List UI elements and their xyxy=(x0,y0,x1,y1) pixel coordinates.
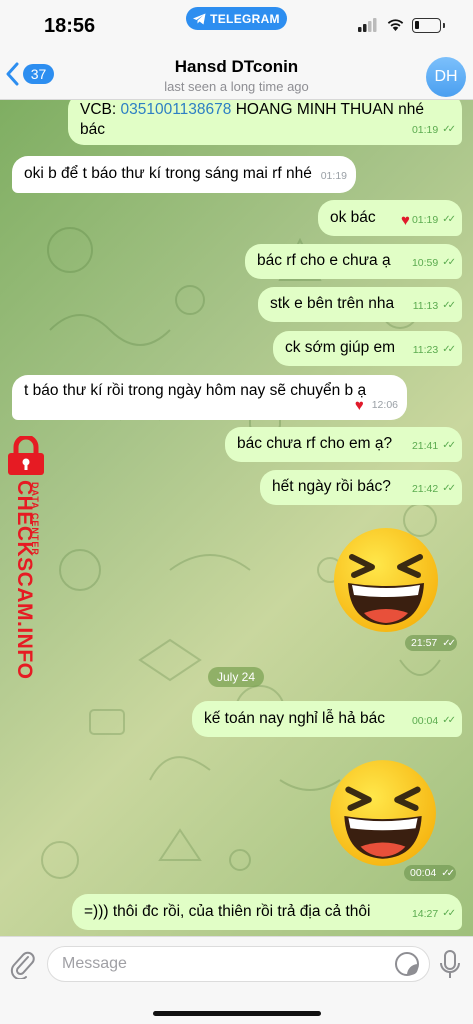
outgoing-message[interactable]: ck sớm giúp em 11:23 ✓✓ xyxy=(273,331,462,366)
message-meta: ♥ 12:06 xyxy=(355,395,398,415)
telegram-pill[interactable]: TELEGRAM xyxy=(186,7,287,30)
message-text: VCB: xyxy=(80,101,121,118)
laughing-emoji-sticker[interactable] xyxy=(326,757,440,869)
double-check-icon: ✓✓ xyxy=(442,214,456,225)
double-check-icon: ✓✓ xyxy=(442,483,456,494)
message-text: =))) thôi đc rồi, của thiên rồi trả địa … xyxy=(84,903,371,920)
double-check-icon: ✓✓ xyxy=(442,908,456,919)
chat-title[interactable]: Hansd DTconin xyxy=(0,57,473,77)
message-text: bác chưa rf cho em ạ? xyxy=(237,435,393,452)
message-text: ck sớm giúp em xyxy=(285,339,396,356)
message-input[interactable]: Message xyxy=(47,946,430,982)
watermark: CHECKSCAM.INFO DATA CENTER xyxy=(0,436,60,680)
sticker-timestamp: 21:57 ✓✓ xyxy=(405,635,457,651)
outgoing-message[interactable]: bác rf cho e chưa ạ 10:59 ✓✓ xyxy=(245,244,462,279)
double-check-icon: ✓✓ xyxy=(442,257,456,268)
message-time: 10:59 xyxy=(411,257,439,269)
double-check-icon: ✓✓ xyxy=(442,637,456,649)
sticker-icon[interactable] xyxy=(394,951,420,977)
message-time: 00:04 xyxy=(410,867,437,879)
message-meta: 11:13 ✓✓ xyxy=(412,296,456,316)
message-meta: 10:59 ✓✓ xyxy=(411,253,456,273)
clock: 18:56 xyxy=(44,15,96,37)
cellular-signal-icon xyxy=(358,18,377,32)
sticker-timestamp: 00:04 ✓✓ xyxy=(404,865,456,881)
outgoing-message[interactable]: kế toán nay nghỉ lễ hả bác 00:04 ✓✓ xyxy=(192,701,462,737)
message-meta: 21:42 ✓✓ xyxy=(411,479,456,499)
incoming-message[interactable]: t báo thư kí rồi trong ngày hôm nay sẽ c… xyxy=(12,375,407,420)
message-time: 01:19 xyxy=(411,124,439,136)
message-meta: ♥ 01:19 ✓✓ xyxy=(401,210,456,230)
account-number-link[interactable]: 0351001138678 xyxy=(120,101,231,118)
telegram-pill-label: TELEGRAM xyxy=(210,11,280,26)
incoming-message[interactable]: oki b để t báo thư kí trong sáng mai rf … xyxy=(12,156,356,193)
message-time: 01:19 xyxy=(411,214,439,226)
outgoing-message[interactable]: hết ngày rồi bác? 21:42 ✓✓ xyxy=(260,470,462,505)
message-time: 11:13 xyxy=(412,300,439,312)
double-check-icon: ✓✓ xyxy=(441,867,455,879)
outgoing-message[interactable]: bác chưa rf cho em ạ? 21:41 ✓✓ xyxy=(225,427,462,462)
message-meta: 00:04 ✓✓ xyxy=(411,711,456,731)
message-text: ok bác xyxy=(330,209,376,226)
message-meta: 01:19 ✓✓ xyxy=(411,120,456,140)
message-time: 12:06 xyxy=(371,399,398,411)
outgoing-message[interactable]: =))) thôi đc rồi, của thiên rồi trả địa … xyxy=(72,894,462,930)
outgoing-message[interactable]: ok bác ♥ 01:19 ✓✓ xyxy=(318,200,462,236)
date-separator: July 24 xyxy=(208,667,264,687)
message-text: oki b để t báo thư kí trong sáng mai rf … xyxy=(24,165,312,182)
message-meta: 11:23 ✓✓ xyxy=(412,340,456,360)
message-time: 21:41 xyxy=(411,440,439,452)
double-check-icon: ✓✓ xyxy=(442,124,456,135)
wifi-icon xyxy=(387,19,404,31)
message-meta: 01:19 xyxy=(321,166,347,186)
message-meta: 14:27 ✓✓ xyxy=(411,904,456,924)
message-time: 11:23 xyxy=(412,344,439,356)
microphone-icon[interactable] xyxy=(439,949,461,981)
heart-reaction-icon[interactable]: ♥ xyxy=(355,398,364,413)
avatar[interactable]: DH xyxy=(426,57,466,97)
double-check-icon: ✓✓ xyxy=(442,300,456,311)
message-time: 01:19 xyxy=(320,170,347,182)
message-time: 14:27 xyxy=(411,908,439,920)
double-check-icon: ✓✓ xyxy=(442,715,456,726)
status-bar: 18:56 TELEGRAM xyxy=(0,0,473,52)
message-text: stk e bên trên nha xyxy=(270,295,395,312)
watermark-tag: DATA CENTER xyxy=(30,482,40,556)
home-indicator[interactable] xyxy=(153,1011,321,1016)
message-list[interactable]: VCB: 0351001138678 HOANG MINH THUAN nhé … xyxy=(0,100,473,936)
message-text: t báo thư kí rồi trong ngày hôm nay sẽ c… xyxy=(24,382,367,399)
padlock-icon xyxy=(8,436,44,475)
message-time: 21:42 xyxy=(411,483,439,495)
paperclip-icon[interactable] xyxy=(10,949,36,979)
battery-icon xyxy=(412,18,445,33)
message-time: 00:04 xyxy=(411,715,439,727)
message-text: kế toán nay nghỉ lễ hả bác xyxy=(204,710,385,727)
double-check-icon: ✓✓ xyxy=(442,344,456,355)
message-meta: 21:41 ✓✓ xyxy=(411,436,456,456)
outgoing-message[interactable]: VCB: 0351001138678 HOANG MINH THUAN nhé … xyxy=(68,100,462,145)
paper-plane-icon xyxy=(193,13,206,24)
heart-reaction-icon[interactable]: ♥ xyxy=(401,213,410,228)
laughing-emoji-sticker[interactable] xyxy=(330,525,442,635)
message-text: hết ngày rồi bác? xyxy=(272,478,391,495)
message-time: 21:57 xyxy=(411,637,438,649)
message-text: bác rf cho e chưa ạ xyxy=(257,252,391,269)
last-seen-status: last seen a long time ago xyxy=(164,79,309,94)
outgoing-message[interactable]: stk e bên trên nha 11:13 ✓✓ xyxy=(258,287,462,322)
chat-header: 37 Hansd DTconin last seen a long time a… xyxy=(0,52,473,100)
double-check-icon: ✓✓ xyxy=(442,440,456,451)
